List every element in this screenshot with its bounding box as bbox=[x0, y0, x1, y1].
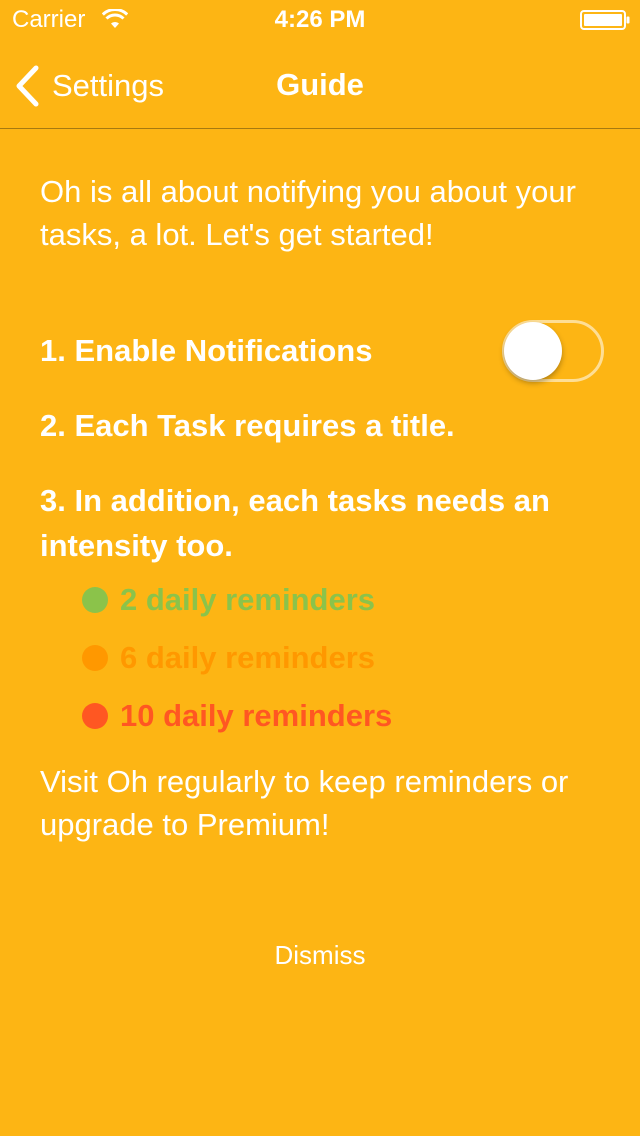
navigation-bar: Settings Guide bbox=[0, 40, 640, 129]
page-title: Guide bbox=[276, 67, 364, 102]
intensity-dot-icon bbox=[82, 587, 108, 613]
intensity-dot-icon bbox=[82, 645, 108, 671]
intensity-label: 10 daily reminders bbox=[120, 698, 393, 733]
status-time: 4:26 PM bbox=[274, 6, 366, 33]
dismiss-button[interactable]: Dismiss bbox=[0, 940, 640, 971]
intro-text: Oh is all about notifying you about your… bbox=[40, 174, 576, 252]
step-task-title: 2. Each Task requires a title. bbox=[40, 408, 455, 443]
status-bar: Carrier 4:26 PM bbox=[0, 0, 640, 40]
intensity-low: 2 daily reminders bbox=[82, 582, 375, 618]
outro-text: Visit Oh regularly to keep reminders or … bbox=[40, 764, 569, 842]
toggle-knob bbox=[504, 322, 562, 380]
step-intensity: 3. In addition, each tasks needs an inte… bbox=[40, 483, 550, 563]
intensity-high: 10 daily reminders bbox=[82, 698, 392, 734]
step-enable-notifications: 1. Enable Notifications bbox=[40, 333, 373, 368]
intensity-label: 6 daily reminders bbox=[120, 640, 376, 675]
notifications-toggle[interactable] bbox=[502, 320, 604, 382]
intensity-medium: 6 daily reminders bbox=[82, 640, 375, 676]
intensity-label: 2 daily reminders bbox=[120, 582, 376, 617]
intensity-dot-icon bbox=[82, 703, 108, 729]
battery-icon bbox=[580, 10, 630, 30]
